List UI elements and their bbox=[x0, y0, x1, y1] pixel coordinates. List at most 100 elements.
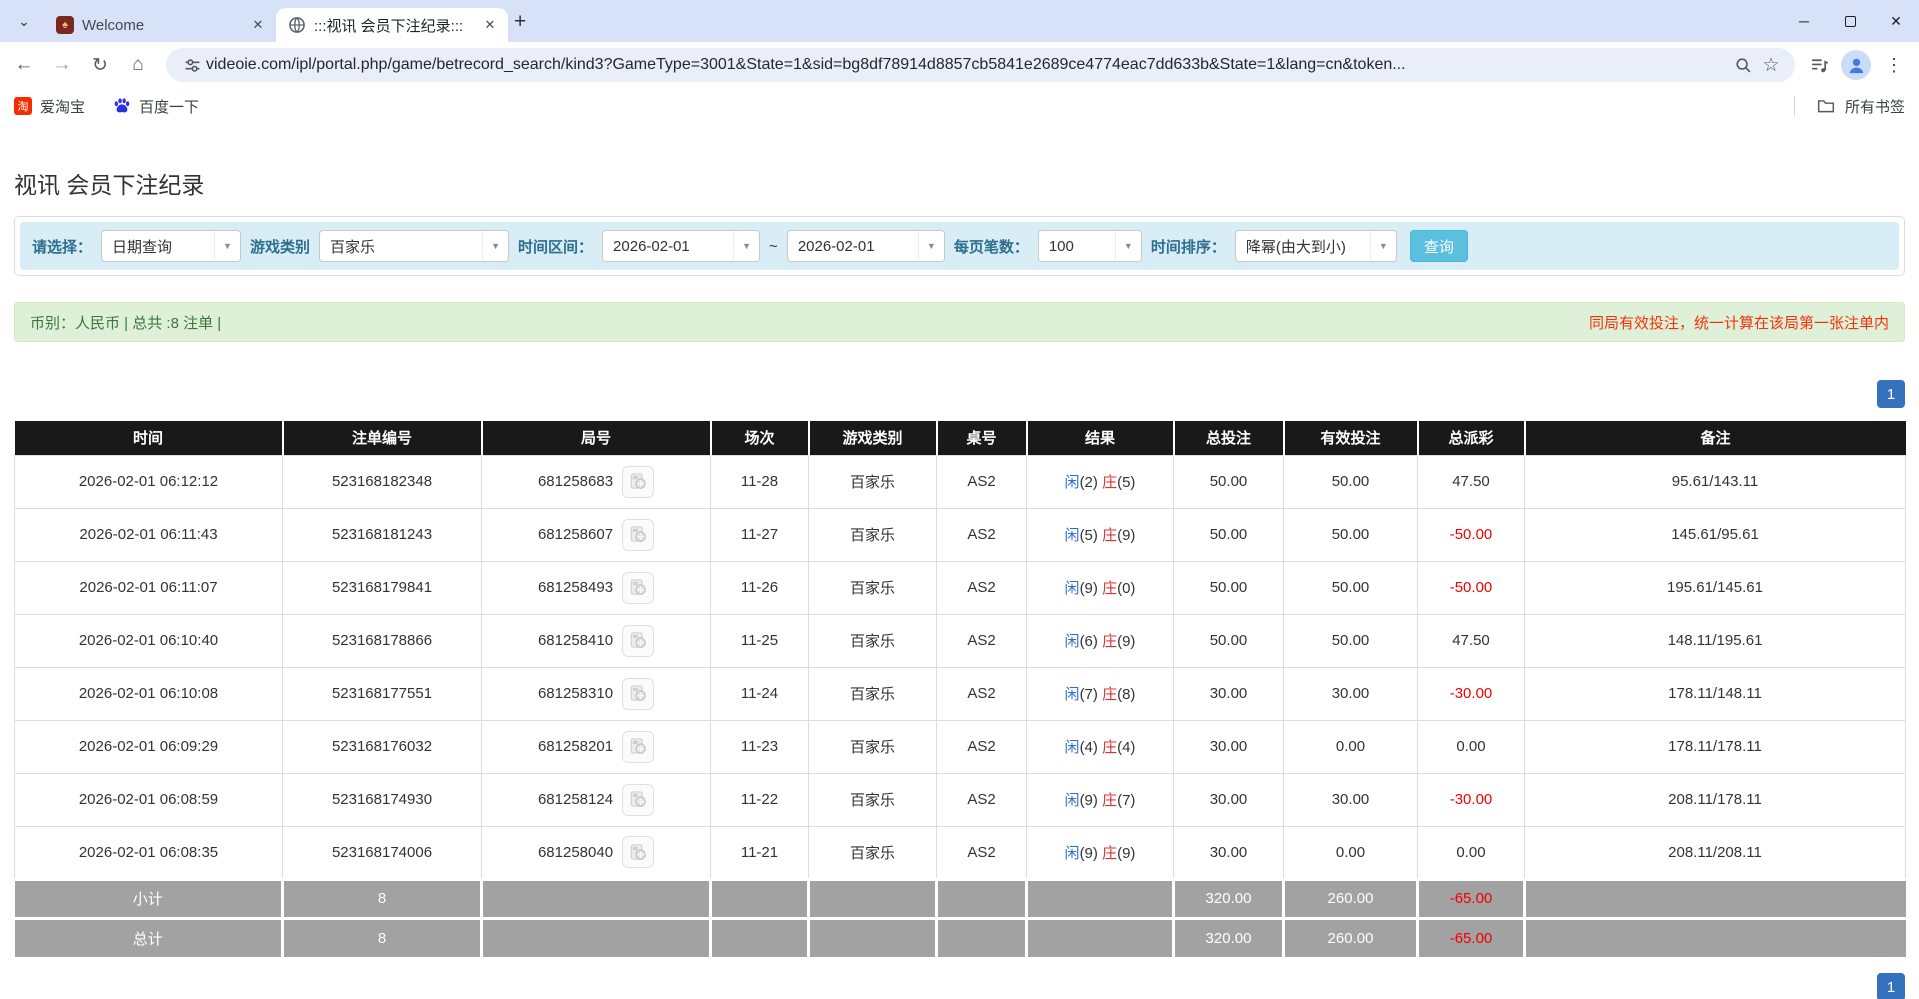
profile-avatar[interactable] bbox=[1841, 50, 1871, 80]
cell-table-number: AS2 bbox=[937, 614, 1027, 667]
chevron-down-icon[interactable]: ▼ bbox=[482, 231, 508, 261]
banker-score: (8) bbox=[1117, 686, 1135, 703]
video-replay-button[interactable] bbox=[622, 625, 654, 657]
column-header: 总投注 bbox=[1174, 421, 1284, 455]
cell-total-bet-link[interactable]: 30.00 bbox=[1174, 773, 1284, 826]
home-button[interactable]: ⌂ bbox=[120, 47, 156, 83]
video-replay-button[interactable] bbox=[622, 784, 654, 816]
table-row: 2026-02-01 06:11:43 523168181243 6812586… bbox=[15, 508, 1906, 561]
media-controls-icon[interactable] bbox=[1805, 51, 1833, 79]
address-bar[interactable]: videoie.com/ipl/portal.php/game/betrecor… bbox=[166, 48, 1795, 82]
cell-empty bbox=[1525, 918, 1906, 957]
bookmark-baidu[interactable]: 百度一下 bbox=[113, 96, 199, 117]
round-number: 681258310 bbox=[538, 685, 613, 702]
cell-total-bet-link[interactable]: 50.00 bbox=[1174, 508, 1284, 561]
page-1-button[interactable]: 1 bbox=[1877, 973, 1905, 999]
chevron-down-icon[interactable]: ▼ bbox=[918, 231, 944, 261]
maximize-icon bbox=[1845, 16, 1856, 27]
browser-menu-icon[interactable]: ⋮ bbox=[1879, 55, 1909, 76]
video-replay-button[interactable] bbox=[622, 519, 654, 551]
video-replay-button[interactable] bbox=[622, 731, 654, 763]
date-from-select[interactable]: 2026-02-01 ▼ bbox=[602, 230, 760, 262]
minimize-button[interactable]: ─ bbox=[1781, 0, 1827, 42]
url-text[interactable]: videoie.com/ipl/portal.php/game/betrecor… bbox=[206, 56, 1729, 74]
tab-welcome[interactable]: ♠ Welcome ✕ bbox=[44, 8, 276, 42]
bookmark-aitaobao[interactable]: 淘 爱淘宝 bbox=[14, 96, 85, 117]
cell-table-number: AS2 bbox=[937, 773, 1027, 826]
cell-empty bbox=[482, 879, 711, 918]
game-type-select[interactable]: 百家乐 ▼ bbox=[319, 230, 509, 262]
baidu-paw-icon bbox=[113, 97, 131, 115]
cell-remark: 95.61/143.11 bbox=[1525, 455, 1906, 508]
tab-title: Welcome bbox=[82, 17, 240, 34]
close-window-button[interactable]: ✕ bbox=[1873, 0, 1919, 42]
bookmark-star-icon[interactable]: ☆ bbox=[1757, 51, 1785, 79]
chevron-down-icon[interactable]: ▼ bbox=[1115, 231, 1141, 261]
back-button[interactable]: ← bbox=[6, 47, 42, 83]
tab-bet-records[interactable]: :::视讯 会员下注纪录::: ✕ bbox=[276, 8, 508, 42]
time-sort-select[interactable]: 降幂(由大到小) ▼ bbox=[1235, 230, 1397, 262]
cell-result: 闲(4) 庄(4) bbox=[1027, 720, 1174, 773]
reload-button[interactable]: ↻ bbox=[82, 47, 118, 83]
banker-result: 庄 bbox=[1102, 474, 1117, 491]
video-replay-button[interactable] bbox=[622, 572, 654, 604]
forward-button[interactable]: → bbox=[44, 47, 80, 83]
new-tab-button[interactable]: + bbox=[514, 10, 526, 34]
date-to-select[interactable]: 2026-02-01 ▼ bbox=[787, 230, 945, 262]
maximize-button[interactable] bbox=[1827, 0, 1873, 42]
round-number: 681258201 bbox=[538, 738, 613, 755]
date-separator: ~ bbox=[769, 238, 778, 255]
column-header: 桌号 bbox=[937, 421, 1027, 455]
cell-table-number: AS2 bbox=[937, 720, 1027, 773]
total-count: 8 bbox=[283, 918, 482, 957]
table-row: 2026-02-01 06:10:40 523168178866 6812584… bbox=[15, 614, 1906, 667]
all-bookmarks[interactable]: 所有书签 bbox=[1794, 96, 1905, 117]
site-settings-icon[interactable] bbox=[178, 51, 206, 79]
page-size-label: 每页笔数： bbox=[954, 236, 1029, 257]
cell-empty bbox=[1525, 879, 1906, 918]
cell-bet-id: 523168176032 bbox=[283, 720, 482, 773]
cell-session: 11-21 bbox=[711, 826, 809, 879]
page-content: 视讯 会员下注纪录 请选择： 日期查询 ▼ 游戏类别 百家乐 ▼ 时间区间： 2… bbox=[0, 166, 1919, 999]
table-row: 2026-02-01 06:08:35 523168174006 6812580… bbox=[15, 826, 1906, 879]
video-replay-button[interactable] bbox=[622, 836, 654, 868]
cell-round: 681258310 bbox=[482, 667, 711, 720]
query-type-select[interactable]: 日期查询 ▼ bbox=[101, 230, 241, 262]
cell-valid-bet: 0.00 bbox=[1284, 720, 1418, 773]
zoom-icon[interactable] bbox=[1729, 51, 1757, 79]
bet-records-table: 时间注单编号局号场次游戏类别桌号结果总投注有效投注总派彩备注 2026-02-0… bbox=[14, 421, 1906, 957]
video-replay-button[interactable] bbox=[622, 678, 654, 710]
cell-total-bet-link[interactable]: 50.00 bbox=[1174, 614, 1284, 667]
banker-score: (0) bbox=[1117, 580, 1135, 597]
cell-empty bbox=[711, 918, 809, 957]
cell-payout: -30.00 bbox=[1418, 667, 1525, 720]
cell-bet-id: 523168177551 bbox=[283, 667, 482, 720]
page-size-select[interactable]: 100 ▼ bbox=[1038, 230, 1142, 262]
cell-round: 681258410 bbox=[482, 614, 711, 667]
chevron-down-icon[interactable]: ▼ bbox=[1370, 231, 1396, 261]
tab-close-icon[interactable]: ✕ bbox=[248, 15, 268, 35]
chevron-down-icon[interactable]: ▼ bbox=[733, 231, 759, 261]
column-header: 结果 bbox=[1027, 421, 1174, 455]
cell-total-bet-link[interactable]: 50.00 bbox=[1174, 561, 1284, 614]
video-replay-button[interactable] bbox=[622, 466, 654, 498]
tab-close-icon[interactable]: ✕ bbox=[480, 15, 500, 35]
cell-remark: 148.11/195.61 bbox=[1525, 614, 1906, 667]
cell-remark: 208.11/178.11 bbox=[1525, 773, 1906, 826]
cell-total-bet-link[interactable]: 30.00 bbox=[1174, 826, 1284, 879]
cell-total-bet-link[interactable]: 30.00 bbox=[1174, 720, 1284, 773]
chevron-down-icon[interactable]: ▼ bbox=[214, 231, 240, 261]
cell-total-bet-link[interactable]: 30.00 bbox=[1174, 667, 1284, 720]
cell-result: 闲(2) 庄(5) bbox=[1027, 455, 1174, 508]
player-result: 闲 bbox=[1065, 633, 1080, 650]
page-1-button[interactable]: 1 bbox=[1877, 380, 1905, 408]
globe-icon bbox=[288, 16, 306, 34]
cell-total-bet-link[interactable]: 50.00 bbox=[1174, 455, 1284, 508]
tab-search-button[interactable]: ⌄ bbox=[10, 7, 38, 35]
cell-remark: 208.11/208.11 bbox=[1525, 826, 1906, 879]
search-button[interactable]: 查询 bbox=[1410, 230, 1468, 262]
round-number: 681258683 bbox=[538, 473, 613, 490]
cell-result: 闲(5) 庄(9) bbox=[1027, 508, 1174, 561]
subtotal-count: 8 bbox=[283, 879, 482, 918]
column-header: 注单编号 bbox=[283, 421, 482, 455]
